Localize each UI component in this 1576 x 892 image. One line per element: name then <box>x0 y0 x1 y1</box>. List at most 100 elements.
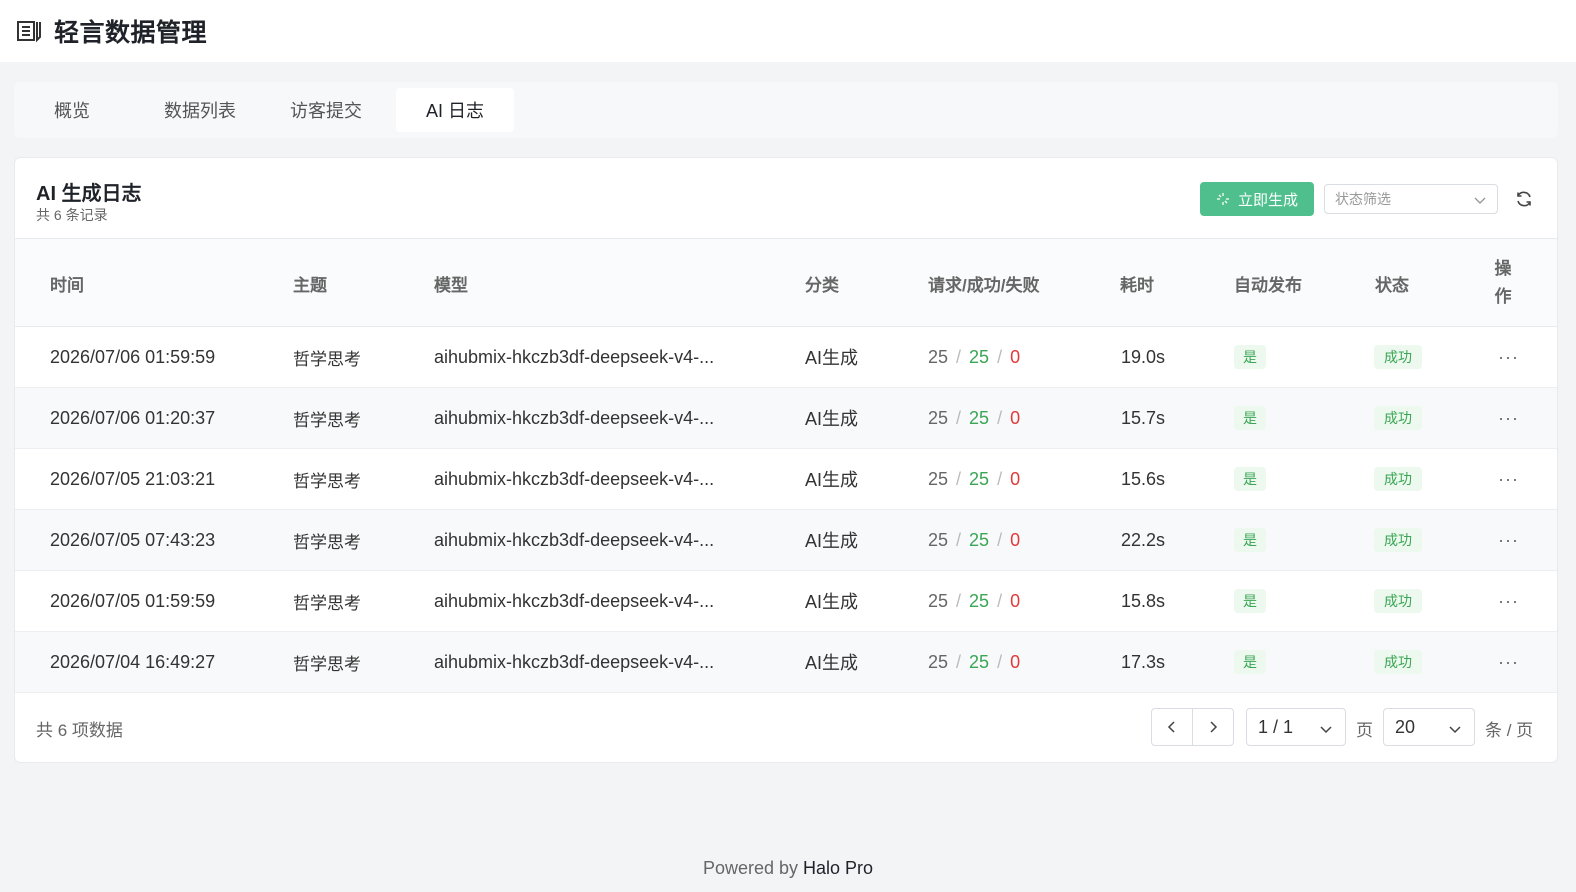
cell-time: 2026/07/05 21:03:21 <box>50 468 216 489</box>
powered-brand-link[interactable]: Halo Pro <box>803 858 873 878</box>
prev-page-button[interactable] <box>1151 708 1193 746</box>
refresh-icon <box>1517 191 1531 207</box>
cell-counts: 25 / 25 / 0 <box>928 388 1020 448</box>
cell-auto-publish: 是 <box>1234 571 1266 631</box>
cell-duration: 15.8s <box>1121 590 1166 611</box>
cell-time: 2026/07/04 16:49:27 <box>50 651 216 672</box>
table-row: 2026/07/05 07:43:23 哲学思考 aihubmix-hkczb3… <box>15 510 1557 571</box>
tab-bar: 概览 数据列表 访客提交 AI 日志 <box>14 82 1558 138</box>
cell-model: aihubmix-hkczb3df-deepseek-v4-... <box>434 407 715 428</box>
cell-status: 成功 <box>1374 510 1422 570</box>
cell-counts: 25 / 25 / 0 <box>928 510 1020 570</box>
count-separator: / <box>997 346 1003 367</box>
count-success: 25 <box>969 590 990 611</box>
generate-now-label: 立即生成 <box>1237 191 1298 209</box>
page-size-select[interactable]: 20 <box>1383 708 1475 746</box>
count-request: 25 <box>928 346 949 367</box>
status-filter-select[interactable]: 状态筛选 <box>1324 184 1498 214</box>
record-count: 共 6 条记录 <box>36 207 108 223</box>
count-request: 25 <box>928 468 949 489</box>
count-request: 25 <box>928 529 949 550</box>
next-page-button[interactable] <box>1192 708 1234 746</box>
cell-category: AI生成 <box>805 348 859 368</box>
status-badge: 成功 <box>1374 345 1422 369</box>
refresh-button[interactable] <box>1512 187 1536 211</box>
status-badge: 成功 <box>1374 589 1422 613</box>
cell-model: aihubmix-hkczb3df-deepseek-v4-... <box>434 468 715 489</box>
cell-category: AI生成 <box>805 531 859 551</box>
tab-visitor-submissions[interactable]: 访客提交 <box>264 88 388 132</box>
chevron-right-icon <box>1210 721 1218 733</box>
ai-log-card: AI 生成日志 共 6 条记录 立即生成 状态筛选 时间 主题 模型 分类 请求… <box>14 157 1558 763</box>
auto-publish-badge: 是 <box>1234 589 1266 613</box>
cell-status: 成功 <box>1374 632 1422 692</box>
table-header: 时间 主题 模型 分类 请求/成功/失败 耗时 自动发布 状态 操 作 <box>15 239 1557 327</box>
count-fail: 0 <box>1010 407 1021 428</box>
status-badge: 成功 <box>1374 528 1422 552</box>
cell-duration: 22.2s <box>1121 529 1166 550</box>
status-badge: 成功 <box>1374 650 1422 674</box>
chevron-left-icon <box>1167 721 1175 733</box>
ellipsis-icon[interactable]: ··· <box>1498 408 1519 429</box>
count-separator: / <box>997 651 1003 672</box>
page-select[interactable]: 1 / 1 <box>1246 708 1346 746</box>
auto-publish-badge: 是 <box>1234 528 1266 552</box>
ellipsis-icon[interactable]: ··· <box>1498 591 1519 612</box>
cell-time: 2026/07/06 01:59:59 <box>50 346 216 367</box>
count-success: 25 <box>969 346 990 367</box>
cell-time: 2026/07/05 01:59:59 <box>50 590 216 611</box>
count-success: 25 <box>969 651 990 672</box>
table-row: 2026/07/05 21:03:21 哲学思考 aihubmix-hkczb3… <box>15 449 1557 510</box>
cell-time: 2026/07/05 07:43:23 <box>50 529 216 550</box>
app-title: 轻言数据管理 <box>54 19 208 47</box>
ellipsis-icon[interactable]: ··· <box>1498 652 1519 673</box>
column-model: 模型 <box>434 275 468 295</box>
cell-actions: ··· <box>1498 571 1519 631</box>
table-row: 2026/07/05 01:59:59 哲学思考 aihubmix-hkczb3… <box>15 571 1557 632</box>
column-duration: 耗时 <box>1120 275 1154 295</box>
count-request: 25 <box>928 590 949 611</box>
count-separator: / <box>997 590 1003 611</box>
powered-by: Powered by Halo Pro <box>0 858 1576 879</box>
ellipsis-icon[interactable]: ··· <box>1498 347 1519 368</box>
tab-overview[interactable]: 概览 <box>18 88 126 132</box>
cell-category: AI生成 <box>805 653 859 673</box>
cell-duration: 15.6s <box>1121 468 1166 489</box>
cell-topic: 哲学思考 <box>293 471 361 491</box>
cell-model: aihubmix-hkczb3df-deepseek-v4-... <box>434 651 715 672</box>
cell-auto-publish: 是 <box>1234 449 1266 509</box>
column-category: 分类 <box>805 275 839 295</box>
count-fail: 0 <box>1010 529 1021 550</box>
count-success: 25 <box>969 529 990 550</box>
cell-actions: ··· <box>1498 449 1519 509</box>
cell-topic: 哲学思考 <box>293 532 361 552</box>
book-list-icon <box>17 21 41 43</box>
ellipsis-icon[interactable]: ··· <box>1498 469 1519 490</box>
page-unit-label: 页 <box>1356 721 1373 740</box>
cell-category: AI生成 <box>805 470 859 490</box>
count-request: 25 <box>928 651 949 672</box>
count-separator: / <box>997 468 1003 489</box>
cell-auto-publish: 是 <box>1234 510 1266 570</box>
cell-actions: ··· <box>1498 327 1519 387</box>
status-badge: 成功 <box>1374 467 1422 491</box>
chevron-down-icon <box>1320 726 1332 734</box>
tab-ai-log[interactable]: AI 日志 <box>396 88 514 132</box>
cell-actions: ··· <box>1498 510 1519 570</box>
count-separator: / <box>956 407 962 428</box>
count-separator: / <box>956 346 962 367</box>
cell-topic: 哲学思考 <box>293 593 361 613</box>
chevron-down-icon <box>1474 197 1486 204</box>
tab-data-list[interactable]: 数据列表 <box>138 88 262 132</box>
column-status: 状态 <box>1375 275 1409 295</box>
status-badge: 成功 <box>1374 406 1422 430</box>
cell-counts: 25 / 25 / 0 <box>928 327 1020 387</box>
count-separator: / <box>956 590 962 611</box>
generate-now-button[interactable]: 立即生成 <box>1200 182 1314 216</box>
cell-status: 成功 <box>1374 449 1422 509</box>
cell-topic: 哲学思考 <box>293 410 361 430</box>
column-counts: 请求/成功/失败 <box>928 275 1040 295</box>
cell-duration: 15.7s <box>1121 407 1166 428</box>
pagination-bar: 共 6 项数据 1 / 1 页 20 条 / 页 <box>15 691 1557 762</box>
ellipsis-icon[interactable]: ··· <box>1498 530 1519 551</box>
